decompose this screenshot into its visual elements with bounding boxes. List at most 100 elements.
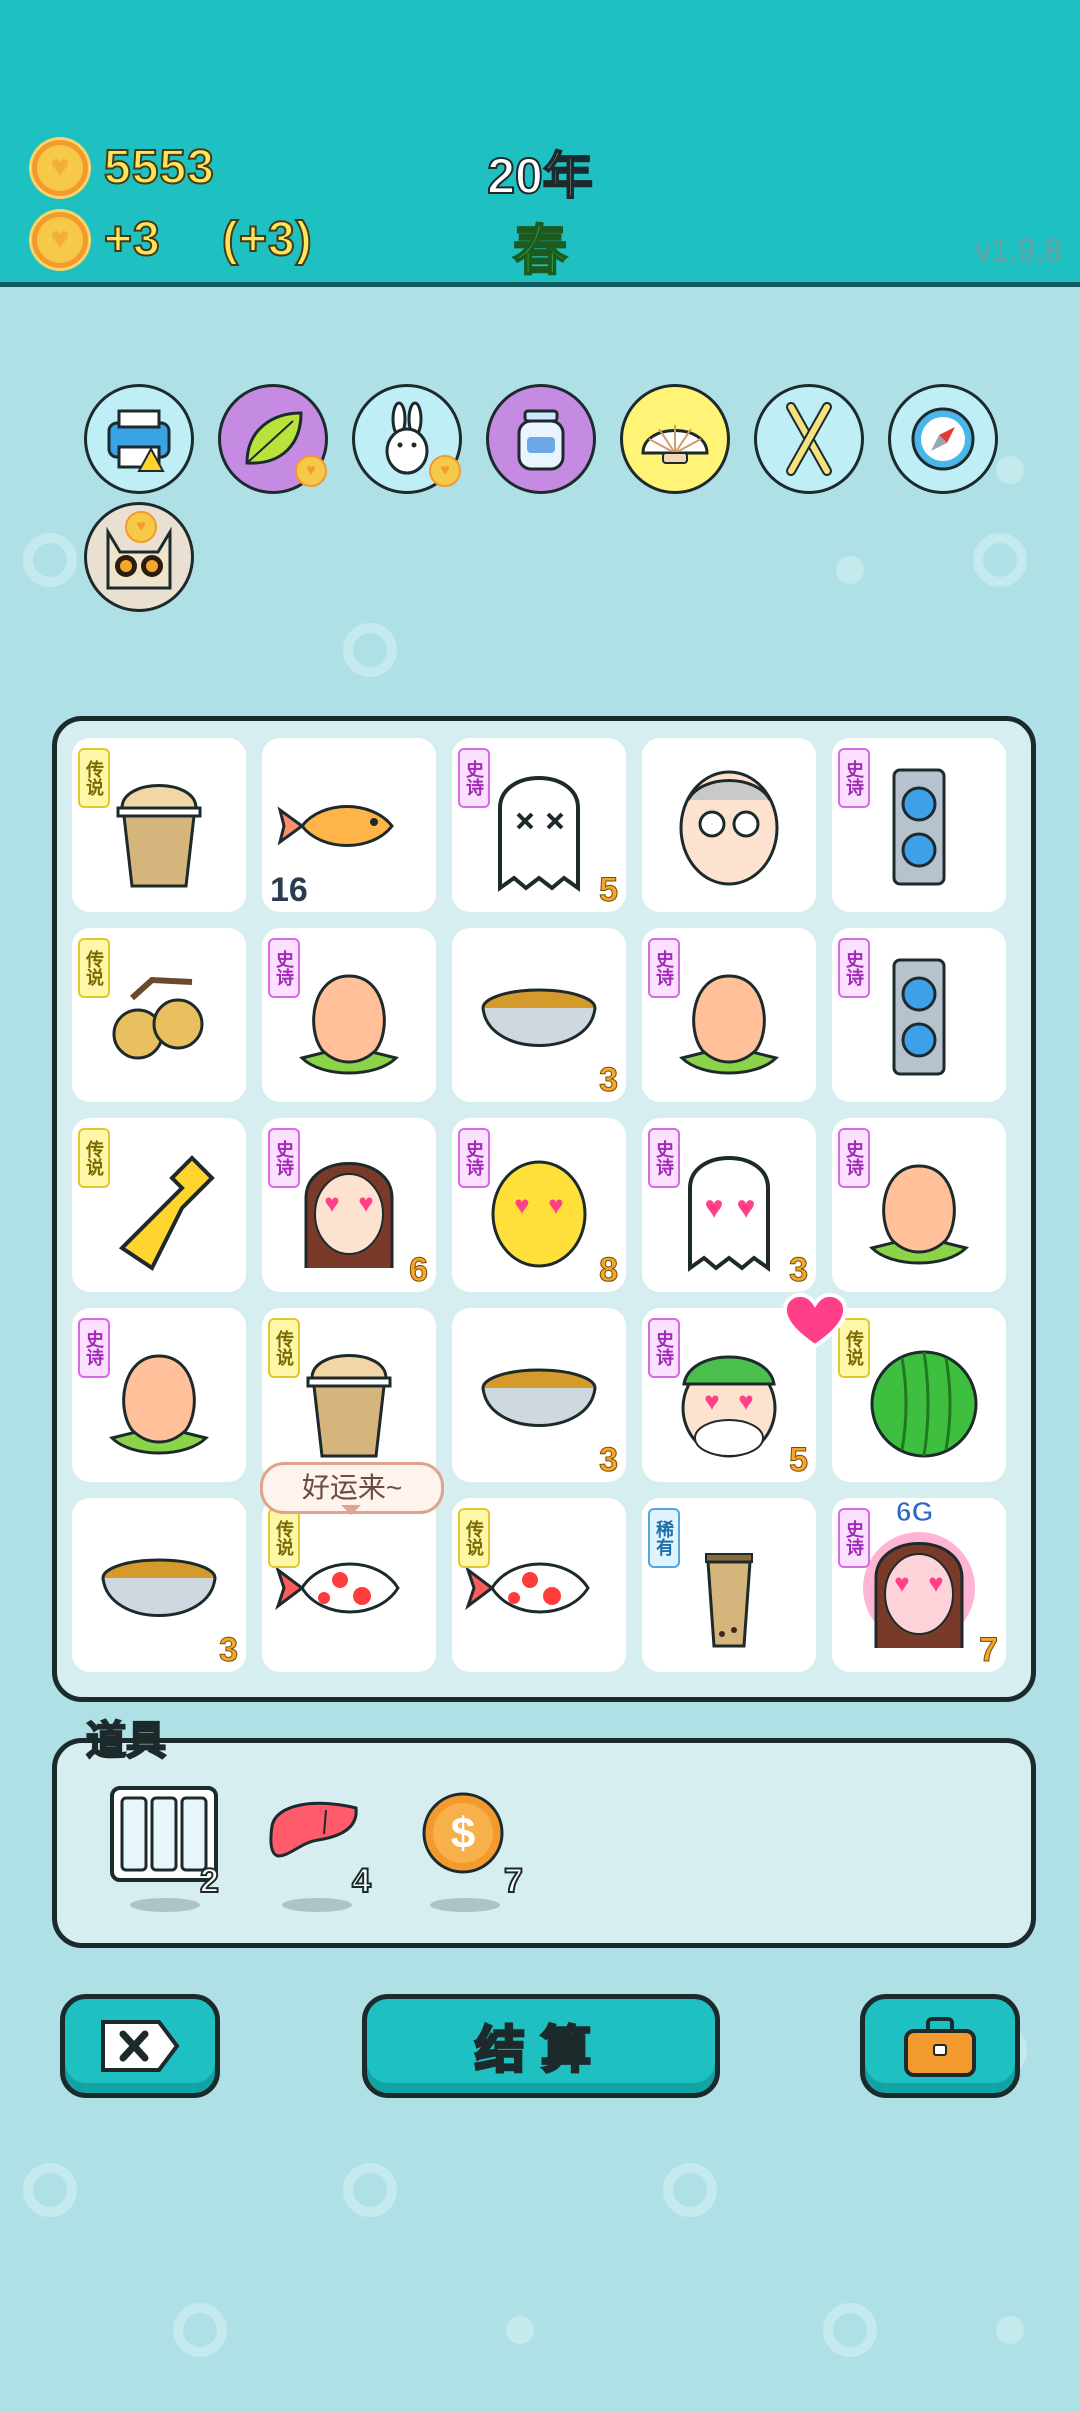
- rarity-tag: 传说: [268, 1318, 300, 1378]
- relic-rabbit[interactable]: ♥: [352, 384, 462, 494]
- grandpa-icon: [679, 770, 779, 886]
- briefcase-icon: [904, 2017, 976, 2077]
- board-cell[interactable]: 史诗: [832, 928, 1006, 1102]
- item-count: 3: [599, 1061, 619, 1100]
- board-cell[interactable]: ♥ ♥ 史诗 6: [262, 1118, 436, 1292]
- heart-badge-icon: ♥: [125, 511, 157, 543]
- jar-icon: [517, 409, 565, 471]
- item-count: 3: [599, 1441, 619, 1480]
- liver-icon[interactable]: [266, 1796, 362, 1866]
- rarity-tag: 史诗: [838, 748, 870, 808]
- income-bonus: (+3): [221, 212, 313, 267]
- rarity-tag: 史诗: [458, 1128, 490, 1188]
- heart-badge-icon: ♥: [429, 455, 461, 487]
- relic-cat[interactable]: ♥: [84, 502, 194, 612]
- rarity-tag: 稀有: [648, 1508, 680, 1568]
- board-cell[interactable]: 稀有: [642, 1498, 816, 1672]
- rarity-tag: 传说: [78, 1128, 110, 1188]
- speech-bubble: 好运来~: [260, 1462, 444, 1515]
- remove-button[interactable]: [60, 1994, 220, 2098]
- rarity-tag: 传说: [78, 938, 110, 998]
- rarity-tag: 史诗: [838, 1128, 870, 1188]
- relic-printer[interactable]: [84, 384, 194, 494]
- prop-count: 2: [199, 1861, 220, 1901]
- prop-shadow: [430, 1898, 500, 1912]
- board-cell[interactable]: ♥ ♥ 史诗 3: [642, 1118, 816, 1292]
- prop-count: 7: [503, 1861, 524, 1901]
- overlay-label: 6G: [895, 1496, 934, 1528]
- coin-icon: [32, 140, 88, 196]
- svg-text:♥: ♥: [737, 1189, 756, 1225]
- prop-shadow: [282, 1898, 352, 1912]
- item-count: 6: [409, 1251, 429, 1290]
- rarity-tag: 史诗: [648, 1318, 680, 1378]
- rarity-tag: 史诗: [268, 1128, 300, 1188]
- prop-count: 4: [351, 1861, 372, 1901]
- board-cell[interactable]: 3: [452, 928, 626, 1102]
- svg-text:♥: ♥: [514, 1190, 529, 1220]
- settle-button[interactable]: 结算: [362, 1994, 720, 2098]
- relic-jar[interactable]: [486, 384, 596, 494]
- rarity-tag: 史诗: [458, 748, 490, 808]
- item-count: 5: [599, 871, 619, 910]
- shell-icon: [641, 425, 709, 464]
- svg-text:♥: ♥: [324, 1188, 339, 1218]
- board-cell[interactable]: 史诗: [832, 738, 1006, 912]
- board-cell[interactable]: 史诗: [72, 1308, 246, 1482]
- season-label: 春: [512, 220, 568, 282]
- heart-badge-icon: ♥: [295, 455, 327, 487]
- board-cell[interactable]: 传说: [832, 1308, 1006, 1482]
- board-cell[interactable]: 传说: [72, 738, 246, 912]
- board-cell[interactable]: 3: [452, 1308, 626, 1482]
- rarity-tag: 传说: [268, 1508, 300, 1568]
- board-cell[interactable]: [642, 738, 816, 912]
- item-count: 3: [789, 1251, 809, 1290]
- relic-compass[interactable]: [888, 384, 998, 494]
- svg-text:♥: ♥: [704, 1386, 719, 1416]
- board-cell[interactable]: 史诗: [832, 1118, 1006, 1292]
- remove-x-icon: [101, 2020, 180, 2072]
- top-bar: 5553 +3 (+3) 20年 春 v1.9.8: [0, 0, 1080, 287]
- board-cell[interactable]: 3: [72, 1498, 246, 1672]
- version-label: v1.9.8: [974, 232, 1062, 268]
- board-cell[interactable]: 16: [262, 738, 436, 912]
- year-label: 20年: [486, 147, 594, 205]
- rarity-tag: 史诗: [648, 1128, 680, 1188]
- income-value: +3: [103, 212, 161, 267]
- board-cell[interactable]: 传说: [72, 928, 246, 1102]
- printer-icon: [107, 409, 171, 472]
- dollar-coin-icon[interactable]: $: [420, 1790, 506, 1876]
- board-cell[interactable]: 传说: [262, 1308, 436, 1482]
- relic-chopsticks[interactable]: [754, 384, 864, 494]
- item-count: 16: [270, 871, 308, 909]
- svg-text:♥: ♥: [894, 1568, 909, 1598]
- svg-text:$: $: [451, 1809, 475, 1858]
- item-count: 3: [219, 1631, 239, 1670]
- item-count: 7: [979, 1631, 999, 1670]
- item-count: 8: [599, 1251, 619, 1290]
- board-cell[interactable]: 史诗: [262, 928, 436, 1102]
- board-cell[interactable]: 史诗 5: [452, 738, 626, 912]
- compass-icon: [911, 407, 975, 471]
- board-cell[interactable]: 传说: [452, 1498, 626, 1672]
- rarity-tag: 史诗: [78, 1318, 110, 1378]
- svg-text:♥: ♥: [928, 1568, 943, 1598]
- svg-text:♥: ♥: [705, 1189, 724, 1225]
- item-count: 5: [789, 1441, 809, 1480]
- relic-shell[interactable]: [620, 384, 730, 494]
- rarity-tag: 史诗: [838, 938, 870, 998]
- svg-text:♥: ♥: [548, 1190, 563, 1220]
- chopsticks-icon: [786, 402, 832, 476]
- relic-leaf[interactable]: ♥: [218, 384, 328, 494]
- svg-text:♥: ♥: [358, 1188, 373, 1218]
- board-cell[interactable]: 传说: [72, 1118, 246, 1292]
- income-coin-icon: [32, 212, 88, 268]
- bag-button[interactable]: [860, 1994, 1020, 2098]
- props-title: 道具: [85, 1718, 167, 1764]
- board-cell[interactable]: ♥ ♥ 史诗 8: [452, 1118, 626, 1292]
- rarity-tag: 史诗: [268, 938, 300, 998]
- rarity-tag: 传说: [78, 748, 110, 808]
- board-cell[interactable]: 史诗: [642, 928, 816, 1102]
- settle-button-label: 结算: [474, 2021, 607, 2080]
- floating-heart-icon: [782, 1293, 848, 1349]
